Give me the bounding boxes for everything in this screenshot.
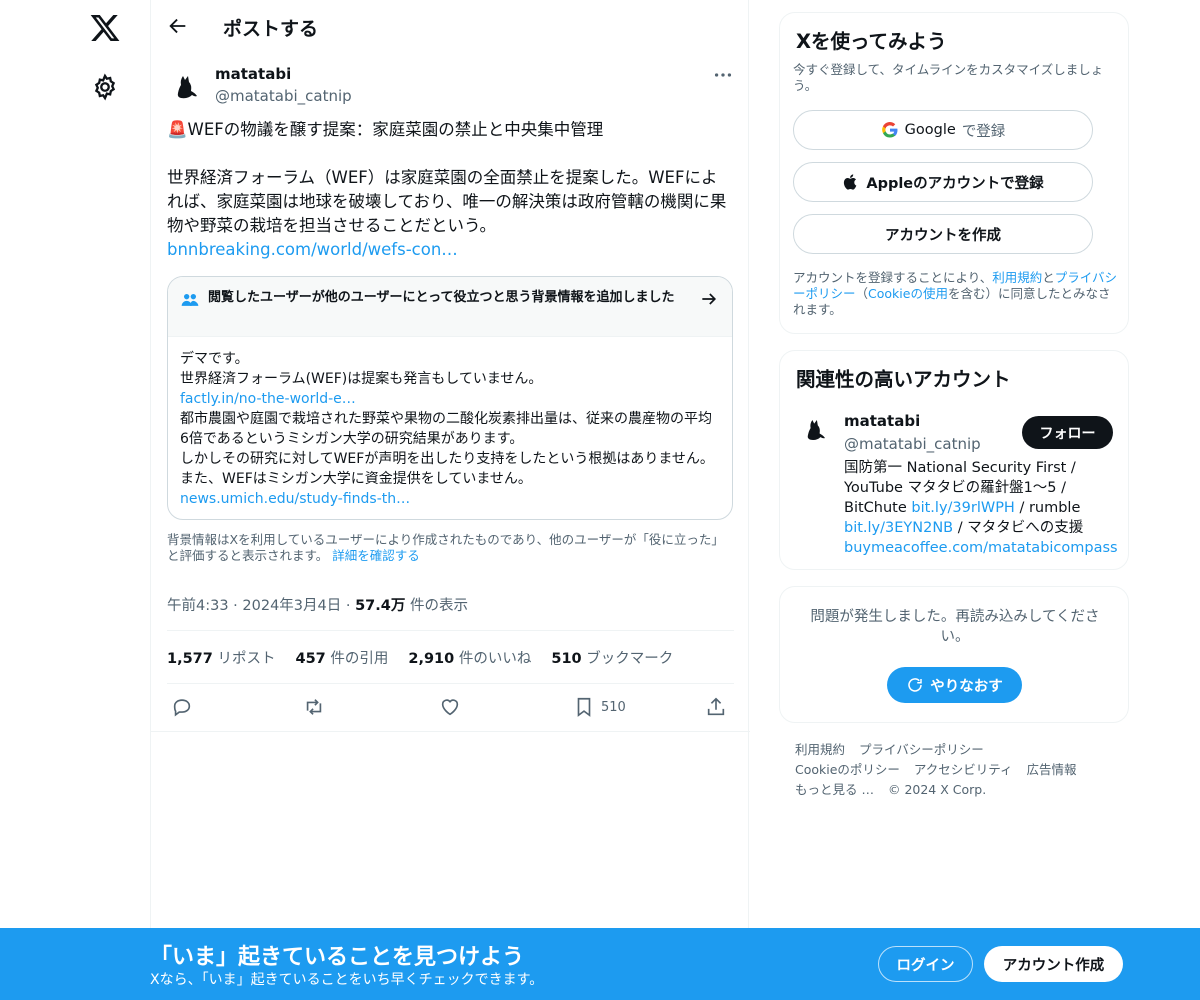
- bio-link[interactable]: buymeacoffee.com/matatabicompass: [844, 540, 1118, 556]
- views-label: 件の表示: [409, 598, 468, 614]
- footer-links: 利用規約 プライバシーポリシー Cookieのポリシー アクセシビリティ 広告情…: [795, 740, 1115, 800]
- google-brand: Google: [904, 122, 956, 138]
- bio-link[interactable]: bit.ly/39rlWPH: [911, 500, 1014, 516]
- google-icon: [881, 121, 898, 138]
- apple-icon: [844, 174, 857, 190]
- apple-signup-button[interactable]: Appleのアカウントで登録: [793, 162, 1093, 202]
- bio-link[interactable]: bit.ly/3EYN2NB: [844, 520, 953, 536]
- create-account-button[interactable]: アカウントを作成: [793, 214, 1093, 254]
- divider: [167, 683, 734, 684]
- google-signup-button[interactable]: Google で登録: [793, 110, 1093, 150]
- note-line: デマです。: [180, 351, 249, 367]
- footer-copyright: © 2024 X Corp.: [887, 782, 987, 797]
- views-count: 57.4万: [355, 598, 406, 614]
- footer-link-cookie[interactable]: Cookieのポリシー: [795, 762, 900, 777]
- bookmark-count: 510: [601, 699, 626, 715]
- reply-button[interactable]: [171, 693, 193, 721]
- note-disclaimer-text: 背景情報はXを利用しているユーザーにより作成されたものであり、他のユーザーが「役…: [167, 532, 724, 563]
- author-avatar[interactable]: [167, 66, 207, 106]
- bookmarks-stat[interactable]: 510 ブックマーク: [551, 647, 673, 668]
- tweet-meta: 午前4:33 · 2024年3月4日 · 57.4万 件の表示: [167, 598, 468, 614]
- note-source-link[interactable]: news.umich.edu/study-finds-th…: [180, 489, 720, 509]
- retry-label: やりなおす: [930, 678, 1003, 695]
- note-source-link[interactable]: factly.in/no-the-world-e…: [180, 389, 720, 409]
- follow-button[interactable]: フォロー: [1022, 416, 1113, 449]
- note-disclaimer: 背景情報はXを利用しているユーザーにより作成されたものであり、他のユーザーが「役…: [167, 532, 733, 564]
- terms-link[interactable]: 利用規約: [992, 270, 1042, 285]
- tweet-headline: 🚨WEFの物議を醸す提案：家庭菜園の禁止と中央集中管理: [167, 120, 604, 139]
- google-signup-suffix: で登録: [961, 123, 1006, 140]
- signup-title: Xを使ってみよう: [796, 30, 947, 53]
- error-card: 問題が発生しました。再読み込みしてください。 やりなおす: [779, 586, 1129, 723]
- learn-more-link[interactable]: 詳細を確認する: [332, 548, 420, 563]
- left-nav: [0, 0, 150, 1000]
- divider: [167, 630, 734, 631]
- note-line: しかしその研究に対してWEFが声明を出したり支持をしたという根拠はありません。ま…: [180, 451, 714, 487]
- community-note-header[interactable]: 閲覧したユーザーが他のユーザーにとって役立つと思う背景情報を追加しました: [168, 277, 732, 337]
- x-logo-icon[interactable]: [89, 12, 121, 44]
- error-message: 問題が発生しました。再読み込みしてください。: [810, 609, 1100, 645]
- tweet-link[interactable]: bnnbreaking.com/world/wefs-con…: [167, 240, 458, 259]
- arrow-right-icon: [702, 293, 717, 305]
- footer-link-more[interactable]: もっと見る …: [795, 782, 874, 797]
- footer-link-ads[interactable]: 広告情報: [1027, 762, 1077, 777]
- banner-subtitle: Xなら、「いま」起きていることをいち早くチェックできます。: [150, 972, 544, 988]
- share-button[interactable]: [705, 693, 727, 721]
- refresh-icon: [908, 678, 922, 692]
- more-options-icon[interactable]: [712, 64, 734, 86]
- note-line: 世界経済フォーラム(WEF)は提案も発言もしていません。: [180, 371, 543, 387]
- settings-gear-icon[interactable]: [91, 73, 119, 101]
- retry-button[interactable]: やりなおす: [887, 667, 1022, 703]
- repost-button[interactable]: [303, 693, 325, 721]
- related-bio: 国防第一 National Security First / YouTube マ…: [844, 460, 1118, 556]
- tweet-body: 世界経済フォーラム（WEF）は家庭菜園の全面禁止を提案した。WEFによれば、家庭…: [167, 168, 727, 235]
- like-button[interactable]: [439, 693, 461, 721]
- author-handle[interactable]: @matatabi_catnip: [215, 87, 352, 105]
- author-name[interactable]: matatabi: [215, 65, 291, 83]
- back-arrow-icon[interactable]: [167, 15, 189, 37]
- note-line: 都市農園や庭園で栽培された野菜や果物の二酸化炭素排出量は、従来の農産物の平均6倍…: [180, 411, 712, 447]
- bookmark-button[interactable]: 510: [573, 693, 626, 721]
- community-note: 閲覧したユーザーが他のユーザーにとって役立つと思う背景情報を追加しました デマで…: [167, 276, 733, 520]
- share-icon: [707, 697, 725, 716]
- footer-link-accessibility[interactable]: アクセシビリティ: [914, 762, 1013, 777]
- tweet-actions: 510: [167, 693, 733, 723]
- banner-title: 「いま」起きていることを見つけよう: [150, 945, 525, 970]
- apple-signup-label: Appleのアカウントで登録: [866, 175, 1044, 192]
- related-name[interactable]: matatabi: [844, 412, 920, 430]
- bookmark-icon: [577, 697, 591, 717]
- related-handle[interactable]: @matatabi_catnip: [844, 435, 981, 453]
- tweet-stats: 1,577 リポスト 457 件の引用 2,910 件のいいね 510 ブックマ…: [167, 647, 673, 668]
- community-note-body: デマです。 世界経済フォーラム(WEF)は提案も発言もしていません。 factl…: [168, 337, 732, 509]
- likes-stat[interactable]: 2,910 件のいいね: [408, 647, 531, 668]
- divider: [151, 731, 750, 732]
- signup-subtitle: 今すぐ登録して、タイムラインをカスタマイズしましょう。: [793, 62, 1104, 93]
- repost-icon: [306, 699, 322, 715]
- community-note-title: 閲覧したユーザーが他のユーザーにとって役立つと思う背景情報を追加しました: [208, 290, 675, 305]
- footer-link-privacy[interactable]: プライバシーポリシー: [859, 742, 984, 757]
- heart-icon: [441, 699, 459, 716]
- people-icon: [181, 294, 199, 306]
- related-accounts-card: 関連性の高いアカウント matatabi @matatabi_catnip フォ…: [779, 350, 1129, 570]
- footer-link-terms[interactable]: 利用規約: [795, 742, 845, 757]
- page-title: ポストする: [223, 18, 319, 40]
- login-button[interactable]: ログイン: [878, 946, 973, 982]
- tweet-time[interactable]: 午前4:33: [167, 598, 229, 614]
- create-account-label: アカウントを作成: [885, 227, 1001, 244]
- main-column: ポストする matatabi @matatabi_catnip 🚨WEFの物議を…: [150, 0, 750, 1000]
- quotes-stat[interactable]: 457 件の引用: [295, 647, 388, 668]
- banner-signup-button[interactable]: アカウント作成: [984, 946, 1123, 982]
- related-title: 関連性の高いアカウント: [796, 368, 1011, 391]
- reply-icon: [173, 699, 191, 717]
- reposts-stat[interactable]: 1,577 リポスト: [167, 647, 275, 668]
- related-avatar[interactable]: [798, 411, 834, 447]
- terms-notice: アカウントを登録することにより、利用規約とプライバシーポリシー（Cookieの使…: [793, 270, 1118, 317]
- top-bar: ポストする: [151, 0, 750, 54]
- cookie-link[interactable]: Cookieの使用: [868, 286, 948, 301]
- tweet-date[interactable]: 2024年3月4日: [242, 598, 341, 614]
- tweet-text: 🚨WEFの物議を醸す提案：家庭菜園の禁止と中央集中管理 世界経済フォーラム（WE…: [167, 118, 733, 262]
- signup-card: Xを使ってみよう 今すぐ登録して、タイムラインをカスタマイズしましょう。 Goo…: [779, 12, 1129, 334]
